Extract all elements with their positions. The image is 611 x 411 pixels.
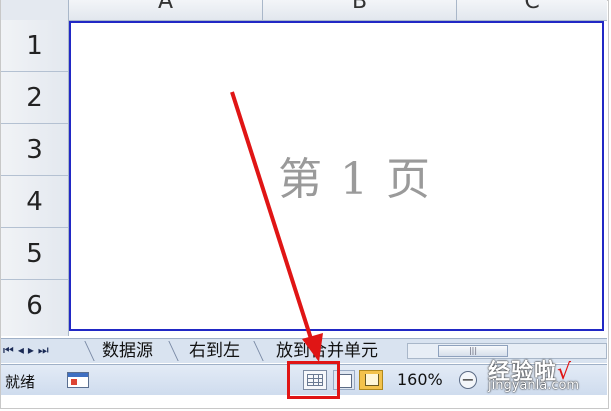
- watermark-logo: 经验啦√ jingyanla.com: [488, 354, 579, 393]
- annotation-arrow: [230, 91, 323, 362]
- watermark-url: jingyanla.com: [488, 378, 580, 393]
